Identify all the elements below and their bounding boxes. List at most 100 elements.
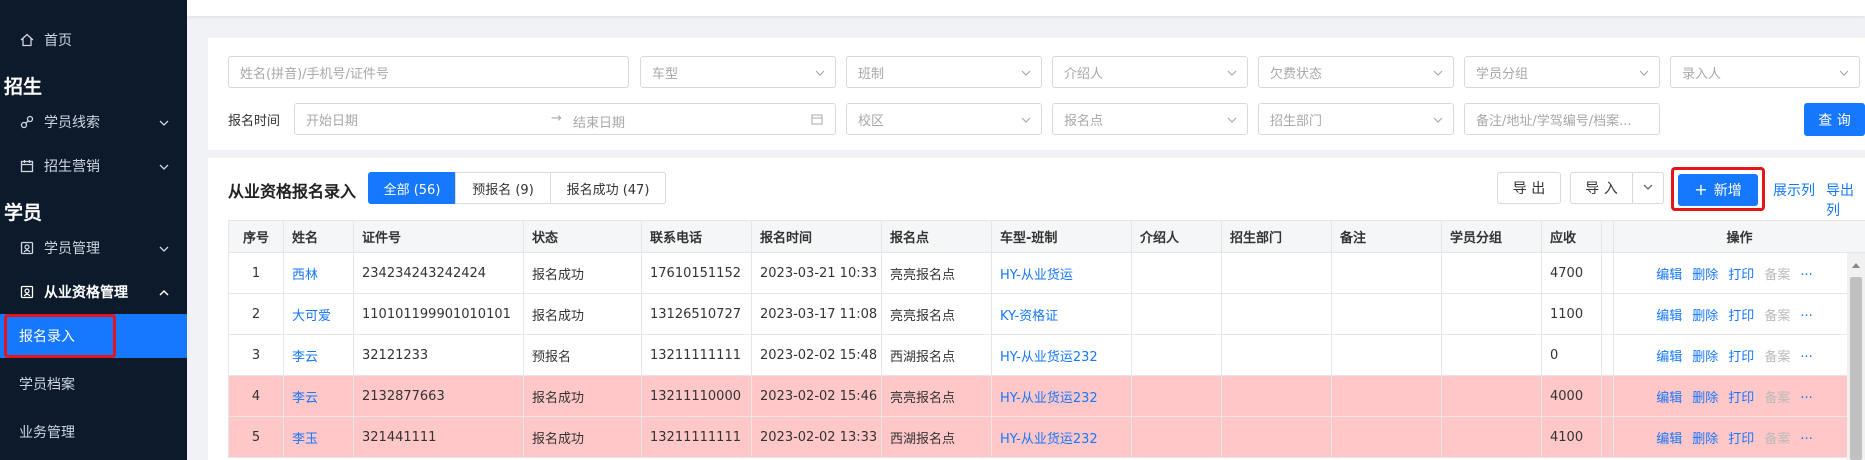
student-group-select[interactable]: 学员分组 bbox=[1464, 56, 1660, 88]
sidebar-item-student-archive[interactable]: 学员档案 bbox=[0, 362, 187, 406]
print-action[interactable]: 打印 bbox=[1728, 268, 1754, 283]
cell-name-link[interactable]: 西林 bbox=[292, 268, 318, 283]
cell-status: 报名成功 bbox=[523, 416, 642, 458]
edit-action[interactable]: 编辑 bbox=[1656, 268, 1682, 283]
import-button[interactable]: 导 入 bbox=[1570, 172, 1633, 204]
cell-id-number: 32121233 bbox=[353, 334, 524, 376]
chevron-down-icon bbox=[1639, 67, 1649, 77]
cell-signup-point: 西湖报名点 bbox=[881, 416, 992, 458]
cell-signup-time: 2023-02-02 15:48 bbox=[751, 334, 882, 376]
remark-search-input[interactable]: 备注/地址/学驾编号/档案... bbox=[1464, 103, 1660, 135]
cell-remark bbox=[1331, 334, 1442, 376]
cell-introducer bbox=[1131, 416, 1222, 458]
table-row: 3 李云 32121233 预报名 13211111111 2023-02-02 15:4… bbox=[228, 334, 1865, 376]
cell-receivable: 4100 bbox=[1541, 416, 1602, 458]
cell-phone: 13211111111 bbox=[641, 334, 752, 376]
more-action[interactable]: ··· bbox=[1800, 350, 1812, 365]
delete-action[interactable]: 删除 bbox=[1692, 391, 1718, 406]
record-action: 备案 bbox=[1764, 431, 1791, 447]
cell-signup-time: 2023-02-02 15:46 bbox=[751, 375, 882, 417]
export-button[interactable]: 导 出 bbox=[1497, 172, 1561, 204]
cell-car-class-link[interactable]: HY-从业货运232 bbox=[1000, 350, 1098, 365]
signup-point-select[interactable]: 报名点 bbox=[1052, 103, 1248, 135]
cell-car-class[interactable]: HY-从业货运 bbox=[991, 252, 1132, 294]
cell-name[interactable]: 西林 bbox=[283, 252, 354, 294]
table-scrollbar[interactable] bbox=[1847, 253, 1865, 460]
cell-car-class[interactable]: HY-从业货运232 bbox=[991, 416, 1132, 458]
export-columns-link[interactable]: 导出列 bbox=[1826, 180, 1865, 220]
campus-select[interactable]: 校区 bbox=[846, 103, 1042, 135]
tab-signup-success[interactable]: 报名成功 (47) bbox=[550, 172, 666, 204]
delete-action[interactable]: 删除 bbox=[1692, 350, 1718, 365]
date-range-picker[interactable]: 开始日期 → 结束日期 bbox=[294, 103, 836, 135]
query-button[interactable]: 查 询 bbox=[1804, 103, 1865, 136]
placeholder-text: 介绍人 bbox=[1064, 66, 1104, 82]
entry-person-select[interactable]: 录入人 bbox=[1670, 56, 1860, 88]
delete-action[interactable]: 删除 bbox=[1692, 309, 1718, 324]
chevron-down-icon bbox=[159, 116, 169, 126]
edit-action[interactable]: 编辑 bbox=[1656, 391, 1682, 406]
sidebar-item-qualification-manage[interactable]: 从业资格管理 bbox=[0, 272, 187, 312]
sidebar-item-recruit-marketing[interactable]: 招生营销 bbox=[0, 146, 187, 186]
sidebar-item-student-manage[interactable]: 学员管理 bbox=[0, 228, 187, 268]
more-action[interactable]: ··· bbox=[1800, 268, 1812, 283]
print-action[interactable]: 打印 bbox=[1728, 309, 1754, 324]
cell-car-class-link[interactable]: KY-资格证 bbox=[1000, 309, 1058, 324]
name-search-input[interactable]: 姓名(拼音)/手机号/证件号 bbox=[228, 56, 629, 88]
show-columns-link[interactable]: 展示列 bbox=[1773, 180, 1815, 200]
recruit-dept-select[interactable]: 招生部门 bbox=[1258, 103, 1454, 135]
cell-car-class-link[interactable]: HY-从业货运232 bbox=[1000, 391, 1098, 406]
tab-all[interactable]: 全部 (56) bbox=[368, 172, 456, 204]
edit-action[interactable]: 编辑 bbox=[1656, 432, 1682, 447]
column-header: 学员分组 bbox=[1441, 220, 1542, 253]
car-type-select[interactable]: 车型 bbox=[640, 56, 836, 88]
column-header: 证件号 bbox=[353, 220, 524, 253]
cell-car-class[interactable]: KY-资格证 bbox=[991, 293, 1132, 335]
cell-car-class[interactable]: HY-从业货运232 bbox=[991, 334, 1132, 376]
class-system-select[interactable]: 班制 bbox=[846, 56, 1042, 88]
cell-name-link[interactable]: 李云 bbox=[292, 350, 318, 365]
sidebar-item-student-leads[interactable]: 学员线索 bbox=[0, 102, 187, 142]
cell-hidden bbox=[1601, 334, 1614, 376]
placeholder-text: 姓名(拼音)/手机号/证件号 bbox=[240, 66, 389, 82]
edit-action[interactable]: 编辑 bbox=[1656, 350, 1682, 365]
cell-name-link[interactable]: 李玉 bbox=[292, 432, 318, 447]
chevron-down-icon bbox=[1021, 114, 1031, 124]
cell-id-number: 2132877663 bbox=[353, 375, 524, 417]
cell-remark bbox=[1331, 375, 1442, 417]
cell-status: 报名成功 bbox=[523, 375, 642, 417]
print-action[interactable]: 打印 bbox=[1728, 350, 1754, 365]
cell-status: 预报名 bbox=[523, 334, 642, 376]
end-date-input[interactable]: 结束日期 bbox=[573, 112, 625, 131]
cell-name[interactable]: 李云 bbox=[283, 334, 354, 376]
fee-status-select[interactable]: 欠费状态 bbox=[1258, 56, 1454, 88]
print-action[interactable]: 打印 bbox=[1728, 432, 1754, 447]
sidebar-item-home[interactable]: 首页 bbox=[0, 20, 187, 60]
more-action[interactable]: ··· bbox=[1800, 432, 1812, 447]
import-dropdown-button[interactable] bbox=[1632, 172, 1664, 204]
introducer-select[interactable]: 介绍人 bbox=[1052, 56, 1248, 88]
record-action: 备案 bbox=[1764, 349, 1791, 365]
cell-car-class-link[interactable]: HY-从业货运232 bbox=[1000, 432, 1098, 447]
more-action[interactable]: ··· bbox=[1800, 391, 1812, 406]
tab-pre-signup[interactable]: 预报名 (9) bbox=[455, 172, 551, 204]
cell-name[interactable]: 李玉 bbox=[283, 416, 354, 458]
start-date-input[interactable]: 开始日期 bbox=[306, 110, 358, 129]
cell-name-link[interactable]: 大可爱 bbox=[292, 309, 331, 324]
cell-name[interactable]: 大可爱 bbox=[283, 293, 354, 335]
chevron-down-icon bbox=[1021, 67, 1031, 77]
scrollbar-thumb[interactable] bbox=[1850, 277, 1862, 460]
sidebar-item-business-manage[interactable]: 业务管理 bbox=[0, 410, 187, 454]
delete-action[interactable]: 删除 bbox=[1692, 268, 1718, 283]
delete-action[interactable]: 删除 bbox=[1692, 432, 1718, 447]
cell-name[interactable]: 李云 bbox=[283, 375, 354, 417]
chevron-down-icon bbox=[1227, 67, 1237, 77]
scroll-up-icon[interactable] bbox=[1851, 257, 1861, 273]
cell-car-class-link[interactable]: HY-从业货运 bbox=[1000, 268, 1073, 283]
edit-action[interactable]: 编辑 bbox=[1656, 309, 1682, 324]
more-action[interactable]: ··· bbox=[1800, 309, 1812, 324]
cell-car-class[interactable]: HY-从业货运232 bbox=[991, 375, 1132, 417]
cell-name-link[interactable]: 李云 bbox=[292, 391, 318, 406]
column-header: 序号 bbox=[228, 220, 284, 253]
print-action[interactable]: 打印 bbox=[1728, 391, 1754, 406]
